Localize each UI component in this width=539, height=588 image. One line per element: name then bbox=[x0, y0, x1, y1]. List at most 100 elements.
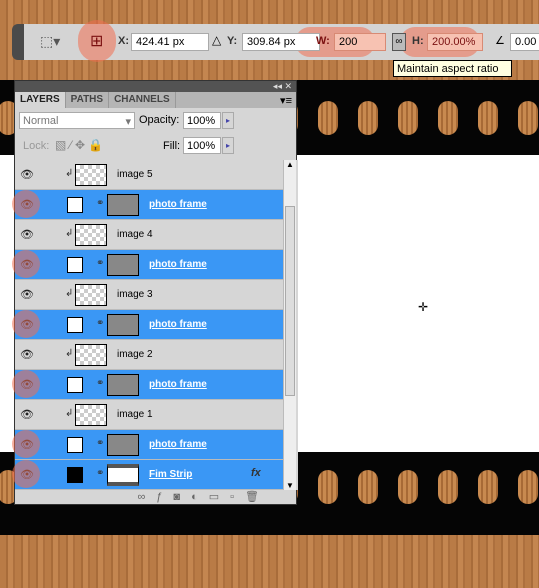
layer-thumbnail bbox=[75, 344, 107, 366]
opacity-slider-icon[interactable]: ▸ bbox=[222, 112, 234, 129]
layer-name[interactable]: Fim Strip bbox=[149, 469, 192, 480]
height-field[interactable]: 200.00% bbox=[427, 33, 483, 51]
eye-icon[interactable]: 👁 bbox=[19, 257, 35, 273]
layer-color-thumb bbox=[67, 317, 83, 333]
layer-name[interactable]: photo frame bbox=[149, 199, 207, 210]
layer-row[interactable]: 👁 ↲ image 2 bbox=[15, 340, 283, 370]
link-layers-icon[interactable]: ∞ bbox=[137, 491, 156, 503]
eye-icon[interactable]: 👁 bbox=[19, 467, 35, 483]
layer-row[interactable]: 👁 ⚭ Fim Strip fx bbox=[15, 460, 283, 490]
reference-point-icon[interactable]: ⊞ bbox=[90, 31, 103, 51]
film-hole bbox=[438, 470, 458, 504]
layer-row[interactable]: 👁 ↲ image 4 bbox=[15, 220, 283, 250]
w-label: W: bbox=[316, 35, 330, 47]
scroll-down-icon[interactable]: ▼ bbox=[284, 481, 296, 490]
delta-icon[interactable]: △ bbox=[212, 33, 221, 47]
fill-field[interactable]: 100% bbox=[183, 137, 221, 154]
marquee-tool-icon[interactable]: ⬚▾ bbox=[40, 33, 60, 50]
film-hole bbox=[478, 470, 498, 504]
layer-name[interactable]: photo frame bbox=[149, 439, 207, 450]
layer-name[interactable]: image 2 bbox=[117, 349, 153, 360]
width-field[interactable]: 200 bbox=[334, 33, 386, 51]
film-hole bbox=[438, 101, 458, 135]
eye-icon[interactable]: 👁 bbox=[19, 377, 35, 393]
layer-row[interactable]: 👁 ⚭ photo frame bbox=[15, 250, 283, 280]
layer-name[interactable]: image 5 bbox=[117, 169, 153, 180]
eye-icon[interactable]: 👁 bbox=[19, 167, 35, 183]
layer-color-thumb bbox=[67, 197, 83, 213]
layer-name[interactable]: image 3 bbox=[117, 289, 153, 300]
layer-mask-thumb bbox=[107, 254, 139, 276]
layer-name[interactable]: photo frame bbox=[149, 259, 207, 270]
layer-name[interactable]: image 4 bbox=[117, 229, 153, 240]
layer-row[interactable]: 👁 ⚭ photo frame bbox=[15, 430, 283, 460]
tab-paths[interactable]: PATHS bbox=[66, 92, 110, 108]
layer-row[interactable]: 👁 ⚭ photo frame bbox=[15, 310, 283, 340]
film-hole bbox=[318, 101, 338, 135]
mask-icon[interactable]: ◙ bbox=[173, 491, 191, 503]
blend-mode-select[interactable]: Normal ▾ bbox=[19, 112, 135, 129]
layer-mask-thumb bbox=[107, 464, 139, 486]
eye-icon[interactable]: 👁 bbox=[19, 197, 35, 213]
x-field[interactable]: 424.41 px bbox=[131, 33, 209, 51]
eye-icon[interactable]: 👁 bbox=[19, 347, 35, 363]
layer-row[interactable]: 👁 ⚭ photo frame bbox=[15, 370, 283, 400]
panel-menu-icon[interactable]: ▾≡ bbox=[176, 92, 296, 108]
scrollbar-thumb[interactable] bbox=[285, 206, 295, 396]
layer-name[interactable]: image 1 bbox=[117, 409, 153, 420]
fx-badge[interactable]: fx bbox=[251, 467, 261, 479]
new-layer-icon[interactable]: ▫ bbox=[230, 491, 245, 503]
clip-arrow-icon: ↲ bbox=[65, 168, 74, 179]
opacity-label: Opacity: bbox=[139, 114, 180, 126]
h-label: H: bbox=[412, 35, 424, 47]
blend-mode-value: Normal bbox=[23, 115, 59, 127]
film-hole bbox=[398, 470, 418, 504]
tooltip: Maintain aspect ratio bbox=[393, 60, 512, 77]
layer-mask-thumb bbox=[107, 374, 139, 396]
layer-row[interactable]: 👁 ↲ image 5 bbox=[15, 160, 283, 190]
fill-slider-icon[interactable]: ▸ bbox=[222, 137, 234, 154]
chain-icon: ⚭ bbox=[96, 258, 105, 269]
clip-arrow-icon: ↲ bbox=[65, 408, 74, 419]
layer-row[interactable]: 👁 ↲ image 3 bbox=[15, 280, 283, 310]
scroll-up-icon[interactable]: ▲ bbox=[284, 160, 296, 169]
tab-channels[interactable]: CHANNELS bbox=[109, 92, 176, 108]
y-field[interactable]: 309.84 px bbox=[242, 33, 320, 51]
options-bar: ⬚▾ ⊞ X: 424.41 px △ Y: 309.84 px W: 200 … bbox=[12, 24, 539, 60]
clip-arrow-icon: ↲ bbox=[65, 228, 74, 239]
layer-color-thumb bbox=[67, 377, 83, 393]
scrollbar[interactable]: ▲ ▼ bbox=[283, 160, 296, 490]
layer-row[interactable]: 👁 ↲ image 1 bbox=[15, 400, 283, 430]
chain-icon: ⚭ bbox=[96, 468, 105, 479]
layers-panel: ◂◂ ✕ LAYERS PATHS CHANNELS ▾≡ Normal ▾ Op… bbox=[14, 80, 298, 505]
collapse-icon[interactable]: ◂◂ ✕ bbox=[273, 81, 292, 91]
opacity-field[interactable]: 100% bbox=[183, 112, 221, 129]
lock-icons[interactable]: ▧ ⁄ ✥ 🔒 bbox=[55, 138, 103, 152]
layer-name[interactable]: photo frame bbox=[149, 379, 207, 390]
lock-label: Lock: bbox=[23, 140, 50, 152]
link-aspect-icon[interactable]: ∞ bbox=[392, 33, 406, 51]
layer-color-thumb bbox=[67, 437, 83, 453]
group-icon[interactable]: ▭ bbox=[209, 491, 230, 503]
film-hole bbox=[358, 470, 378, 504]
panel-footer: ∞ƒ◙◐▭▫🗑 bbox=[15, 490, 296, 505]
film-hole bbox=[518, 101, 538, 135]
adjustment-icon[interactable]: ◐ bbox=[191, 491, 209, 503]
trash-icon[interactable]: 🗑 bbox=[245, 491, 270, 503]
chevron-down-icon: ▾ bbox=[125, 116, 131, 128]
film-hole bbox=[358, 101, 378, 135]
fx-icon[interactable]: ƒ bbox=[156, 491, 173, 503]
eye-icon[interactable]: 👁 bbox=[19, 317, 35, 333]
layer-name[interactable]: photo frame bbox=[149, 319, 207, 330]
eye-icon[interactable]: 👁 bbox=[19, 227, 35, 243]
layer-color-thumb bbox=[67, 467, 83, 483]
layer-thumbnail bbox=[75, 284, 107, 306]
eye-icon[interactable]: 👁 bbox=[19, 407, 35, 423]
chain-icon: ⚭ bbox=[96, 378, 105, 389]
eye-icon[interactable]: 👁 bbox=[19, 437, 35, 453]
tab-layers[interactable]: LAYERS bbox=[15, 92, 66, 108]
angle-field[interactable]: 0.00 bbox=[510, 33, 539, 51]
chain-icon: ⚭ bbox=[96, 438, 105, 449]
eye-icon[interactable]: 👁 bbox=[19, 287, 35, 303]
layer-row[interactable]: 👁 ⚭ photo frame bbox=[15, 190, 283, 220]
